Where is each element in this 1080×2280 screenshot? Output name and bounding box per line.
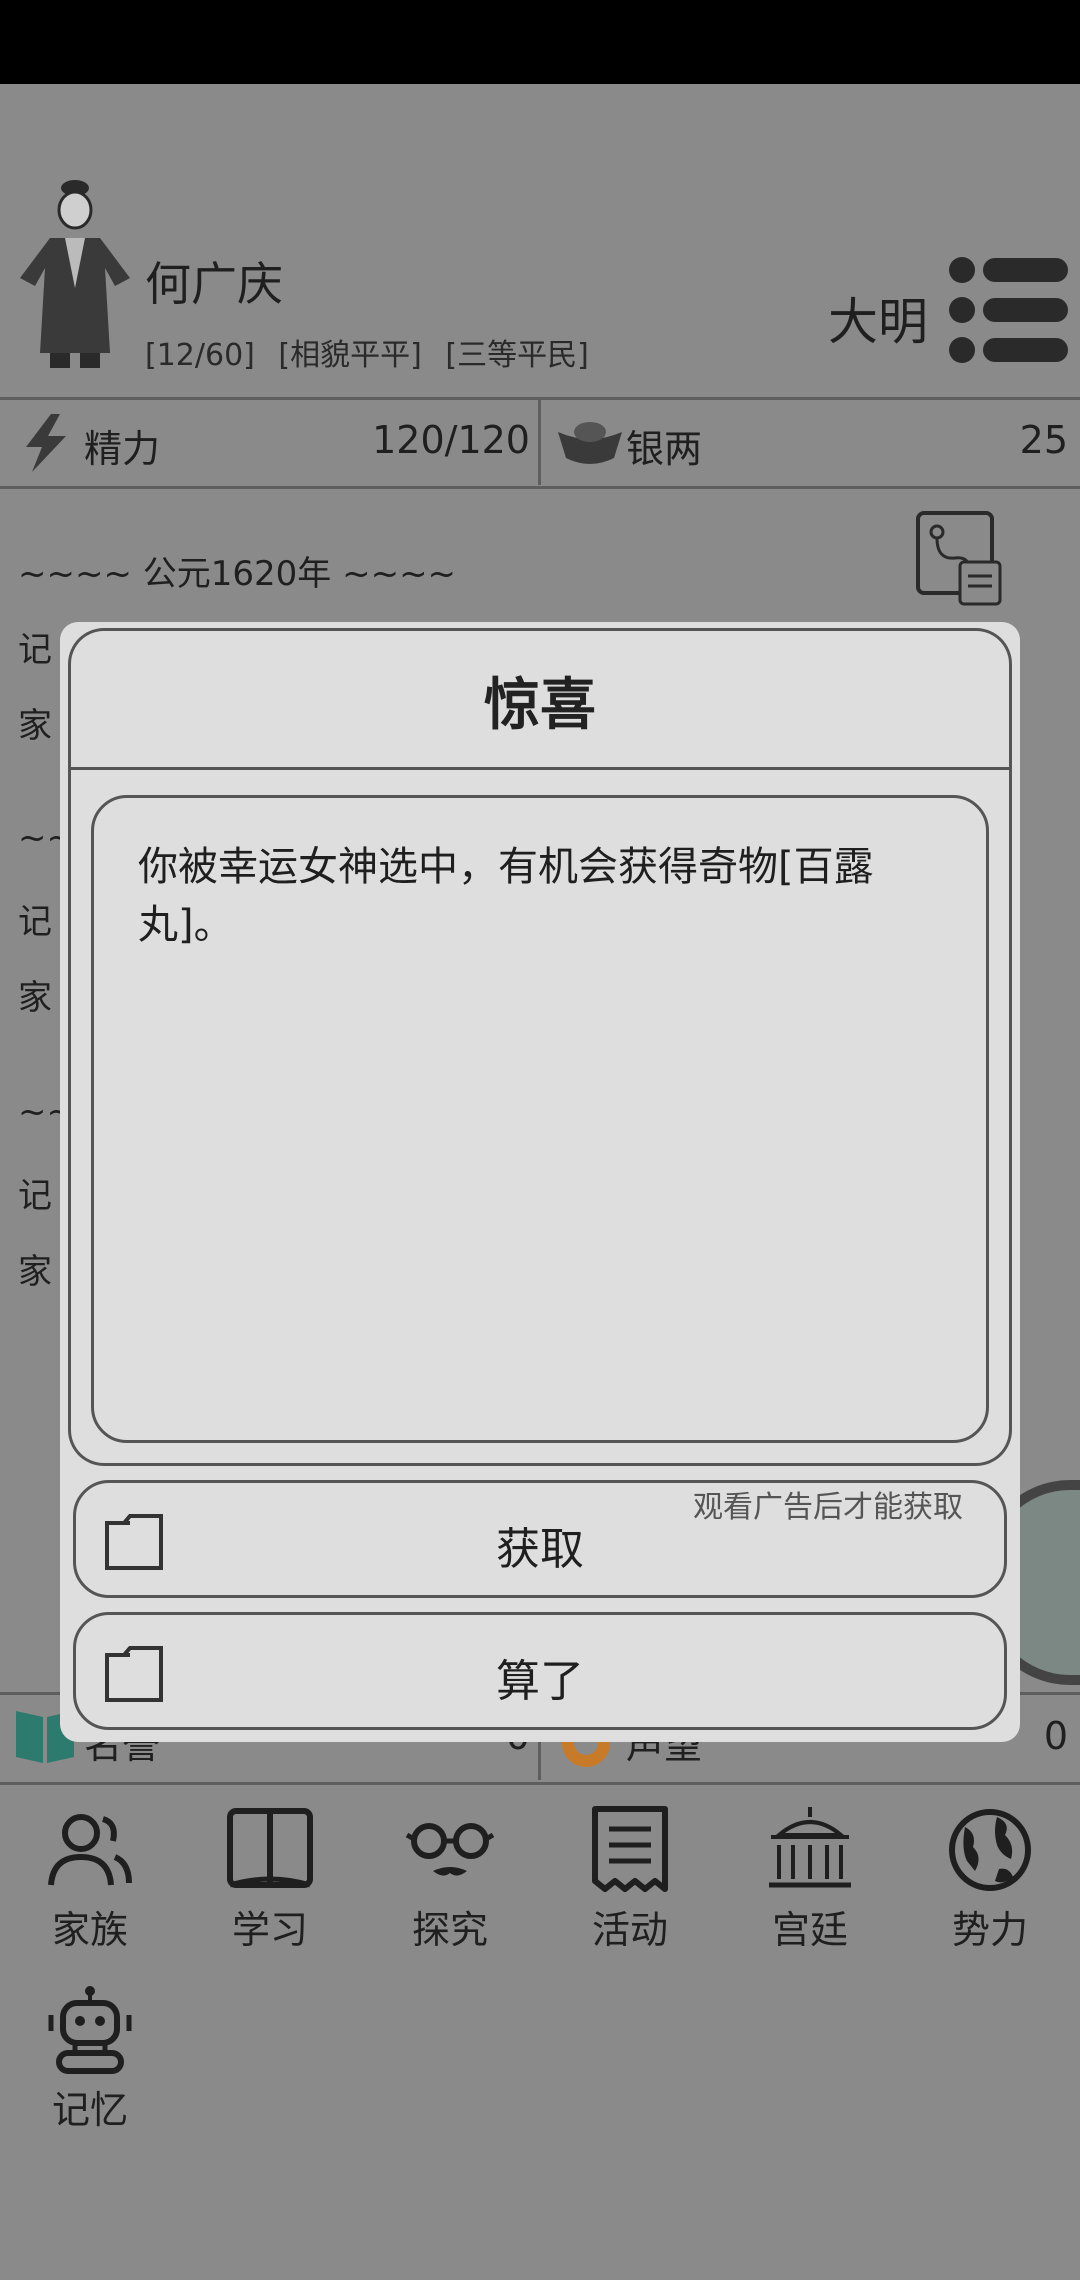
dynasty-label: 大明 xyxy=(828,293,928,351)
divider xyxy=(0,1782,1080,1785)
nav-court[interactable]: 宫廷 xyxy=(740,1805,880,1954)
palace-icon xyxy=(769,1807,851,1888)
log-line: 家 xyxy=(18,1252,52,1292)
log-line: 记 xyxy=(18,630,52,670)
energy-value: 120/120 xyxy=(372,418,530,462)
nav-memory[interactable]: 记忆 xyxy=(20,1985,160,2134)
dialog-title: 惊喜 xyxy=(484,673,596,738)
rank-tag: [三等平民] xyxy=(445,338,589,373)
nav-label: 记忆 xyxy=(51,2088,128,2132)
nav-activity[interactable]: 活动 xyxy=(560,1805,700,1954)
silver-ingot-icon xyxy=(558,422,622,464)
age-tag: [12/60] xyxy=(145,338,255,373)
status-bar xyxy=(0,0,1080,84)
glasses-icon xyxy=(405,1823,495,1876)
silver-value: 25 xyxy=(1019,418,1068,462)
nav-label: 宫廷 xyxy=(771,1908,848,1952)
nav-label: 势力 xyxy=(951,1908,1028,1952)
nav-power[interactable]: 势力 xyxy=(920,1805,1060,1954)
log-line: 记 xyxy=(18,1176,52,1216)
nav-study[interactable]: 学习 xyxy=(200,1805,340,1954)
document-icon xyxy=(592,1806,668,1892)
divider xyxy=(0,486,1080,489)
nav-label: 家族 xyxy=(51,1908,128,1952)
silver-label: 银两 xyxy=(626,427,703,471)
nav-label: 活动 xyxy=(591,1908,668,1952)
map-book-icon[interactable] xyxy=(915,510,1005,610)
nav-explore[interactable]: 探究 xyxy=(380,1805,520,1954)
log-year-line: ~~~~ 公元1620年 ~~~~ xyxy=(18,554,457,594)
menu-icon[interactable] xyxy=(945,255,1070,365)
nav-label: 学习 xyxy=(231,1908,308,1952)
globe-icon xyxy=(949,1809,1031,1891)
lightning-icon xyxy=(26,414,66,472)
nav-label: 探究 xyxy=(411,1908,488,1952)
book-icon xyxy=(227,1808,313,1888)
divider xyxy=(538,400,541,485)
character-name: 何广庆 xyxy=(145,257,283,311)
robot-icon xyxy=(48,1986,132,2074)
log-line: 记 xyxy=(18,902,52,942)
character-tags: [12/60] [相貌平平] [三等平民] xyxy=(145,330,603,374)
log-line: 家 xyxy=(18,978,52,1018)
log-line: 家 xyxy=(18,706,52,746)
people-icon xyxy=(48,1814,132,1886)
nav-family[interactable]: 家族 xyxy=(20,1805,160,1954)
dialog-message: 你被幸运女神选中，有机会获得奇物[百露丸]。 xyxy=(138,844,874,948)
appearance-tag: [相貌平平] xyxy=(278,338,422,373)
ad-hint-text: 观看广告后才能获取 xyxy=(693,1490,963,1525)
decline-button[interactable]: 算了 xyxy=(73,1612,1007,1730)
character-avatar[interactable] xyxy=(10,168,140,373)
decline-label: 算了 xyxy=(496,1656,584,1707)
energy-label: 精力 xyxy=(84,427,161,471)
